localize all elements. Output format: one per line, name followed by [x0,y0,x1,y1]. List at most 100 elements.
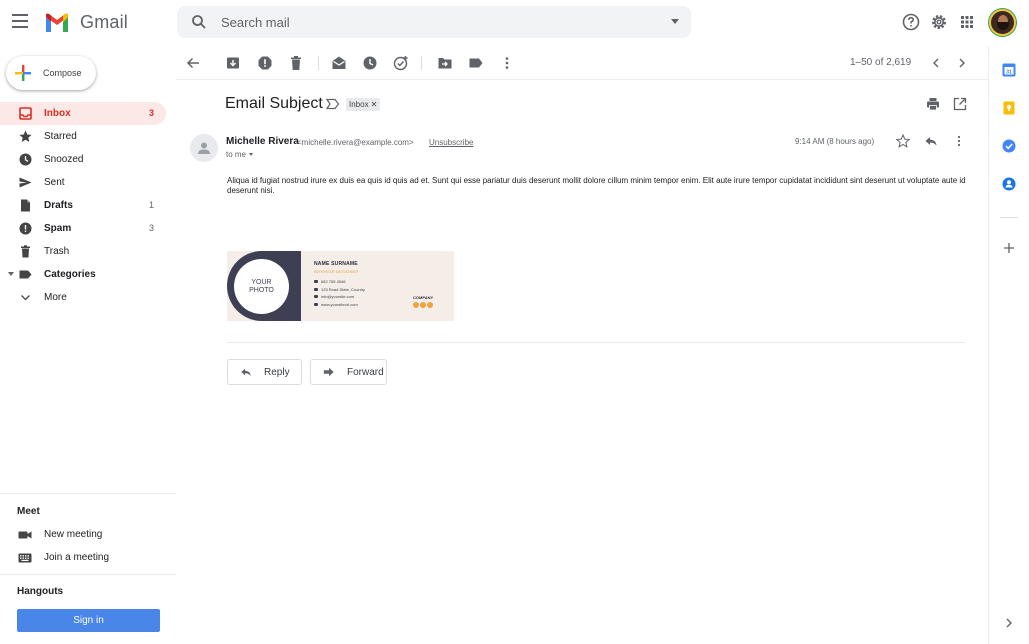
search-options-icon[interactable] [671,19,679,24]
photo-text-line-1: YOUR [251,278,272,286]
sidebar-item-categories[interactable]: Categories [0,263,166,286]
reply-icon [241,368,251,376]
toolbar-separator [318,56,319,70]
add-task-icon[interactable] [393,55,409,71]
report-spam-icon[interactable] [257,55,273,71]
globe-icon [314,303,318,307]
sidebar-item-label: Inbox [44,108,71,119]
message-timestamp: 9:14 AM (8 hours ago) [795,137,875,146]
message-divider [227,342,965,343]
send-icon [19,177,32,188]
sidebar-divider [0,493,176,494]
signature-company: COMPANY [413,295,434,300]
compose-label: Compose [43,68,82,78]
join-meeting-item[interactable]: Join a meeting [0,547,176,569]
more-vertical-icon[interactable] [499,55,515,71]
sidebar-item-sent[interactable]: Sent [0,171,166,194]
sidebar-item-label: Trash [44,246,70,257]
item-count: 1 [148,200,154,210]
compose-plus-icon [15,65,31,81]
label-icon [19,270,32,279]
sidebar-item-snoozed[interactable]: Snoozed [0,148,166,171]
mail-icon [314,295,318,299]
hangouts-section-title: Hangouts [17,586,64,597]
sidebar-item-label: Spam [44,223,72,234]
reply-icon[interactable] [924,134,938,148]
back-arrow-icon[interactable] [185,55,201,71]
signature-job-title: INTERIOR DESIGNER [314,269,359,274]
label-as-icon[interactable] [468,55,484,71]
unsubscribe-link[interactable]: Unsubscribe [429,138,473,147]
archive-icon[interactable] [225,55,241,71]
gmail-m-icon [46,13,68,32]
compose-button[interactable]: Compose [6,56,96,90]
sender-email: <michelle.rivera@example.com> [297,138,414,147]
recipient-details-toggle[interactable]: to me [226,150,254,159]
sidebar-item-more[interactable]: More [0,286,166,309]
home-icon [314,288,318,292]
apps-grid-icon[interactable] [957,12,977,32]
account-avatar[interactable] [989,9,1016,36]
search-bar[interactable] [177,6,691,38]
new-meeting-item[interactable]: New meeting [0,524,176,546]
social-icon[interactable] [413,302,419,308]
contacts-icon[interactable] [1002,177,1016,191]
app-name: Gmail [80,12,129,32]
remove-label-icon[interactable]: ✕ [371,100,378,109]
inbox-label-chip: Inbox ✕ [346,98,381,111]
message-toolbar: 1–50 of 2,619 [176,46,988,80]
chevron-down-icon [21,295,30,301]
sidebar-item-label: Starred [44,131,77,142]
older-chevron-right-icon[interactable] [954,55,970,71]
sidebar-item-spam[interactable]: Spam 3 [0,217,166,240]
mark-unread-icon[interactable] [331,55,347,71]
forward-button[interactable]: Forward [310,359,387,385]
add-addon-plus-icon[interactable] [1002,241,1016,255]
sidebar-item-label: Categories [44,269,96,280]
social-icon[interactable] [420,302,426,308]
sidebar-item-inbox[interactable]: Inbox 3 [0,102,166,125]
expand-arrow-icon[interactable] [8,272,14,276]
open-new-window-icon[interactable] [953,97,967,111]
signature-phone: 682 755 4546 [314,279,345,284]
phone-icon [314,280,318,284]
move-to-icon[interactable] [437,55,453,71]
print-icon[interactable] [926,97,940,111]
snooze-clock-icon[interactable] [362,55,378,71]
sender-avatar[interactable] [190,134,218,162]
main-menu-icon[interactable] [12,14,28,28]
more-vertical-icon[interactable] [952,134,966,148]
gmail-logo[interactable]: Gmail [44,12,128,33]
email-subject: Email Subject [225,95,323,112]
new-meeting-label: New meeting [44,529,103,540]
item-count: 3 [148,223,154,233]
sidebar-item-label: Sent [44,177,65,188]
social-icon[interactable] [427,302,433,308]
search-icon[interactable] [191,14,207,30]
delete-icon[interactable] [288,55,304,71]
tasks-icon[interactable] [1002,139,1016,153]
settings-gear-icon[interactable] [929,12,949,32]
signature-email-text: info@yoursite.com [321,294,355,299]
email-body: Aliqua id fugiat nostrud irure ex duis e… [227,176,966,195]
show-side-panel-chevron-icon[interactable] [1002,616,1016,630]
signature-address: 123 Road State, Country [314,287,365,292]
clock-icon [19,153,32,166]
importance-marker-icon[interactable] [326,98,340,110]
newer-chevron-left-icon[interactable] [928,55,944,71]
sidebar-item-drafts[interactable]: Drafts 1 [0,194,166,217]
calendar-icon[interactable]: 31 [1002,63,1016,77]
meet-section-title: Meet [17,506,40,517]
signature-phone-text: 682 755 4546 [321,279,346,284]
hangouts-sign-in-button[interactable]: Sign in [17,609,160,632]
sidebar-divider [0,574,176,575]
pagination-count: 1–50 of 2,619 [850,57,912,68]
sidebar-item-starred[interactable]: Starred [0,125,166,148]
search-input[interactable] [221,14,641,30]
signature-photo-panel: YOUR PHOTO [227,251,301,321]
star-outline-icon[interactable] [896,134,910,148]
reply-button[interactable]: Reply [227,359,302,385]
keep-notes-icon[interactable] [1002,101,1016,115]
help-icon[interactable] [901,12,921,32]
sidebar-item-trash[interactable]: Trash [0,240,166,263]
